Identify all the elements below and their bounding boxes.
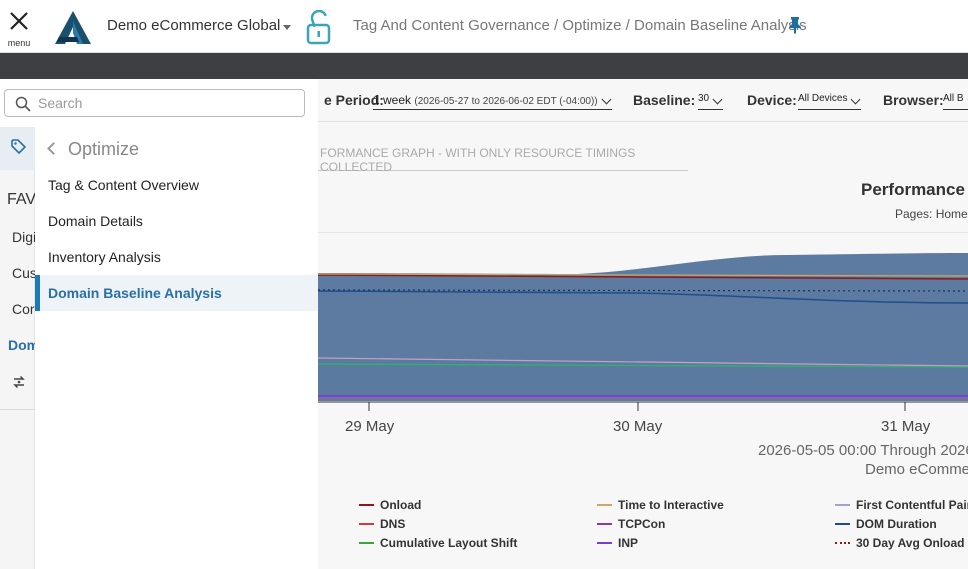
baseline-label: Baseline:	[633, 92, 696, 108]
x-tick-label: 31 May	[881, 418, 931, 435]
legend-item[interactable]: TCPCon	[597, 517, 665, 531]
back-to-optimize[interactable]: Optimize	[68, 139, 139, 160]
breadcrumb-item[interactable]: Tag And Content Governance	[353, 17, 550, 34]
device-select[interactable]: All Devices	[798, 93, 862, 110]
toolbar-strip	[0, 53, 968, 79]
close-icon	[10, 12, 28, 30]
pin-icon[interactable]	[787, 16, 803, 34]
nav-item-tag-content-overview[interactable]: Tag & Content Overview	[35, 167, 318, 203]
chevron-down-icon[interactable]	[283, 25, 291, 30]
chevron-left-icon[interactable]	[47, 142, 60, 155]
legend-item[interactable]: Onload	[359, 498, 421, 512]
nav-item-domain-baseline-analysis[interactable]: Domain Baseline Analysis	[35, 275, 318, 311]
period-select[interactable]: 1 week (2026-05-27 to 2026-06-02 EDT (-0…	[373, 93, 612, 110]
performance-chart	[318, 253, 968, 411]
menu-label: menu	[7, 38, 31, 48]
x-tick-label: 29 May	[345, 418, 395, 435]
rail-favorite-item[interactable]: Cus	[0, 265, 35, 281]
rail-favorite-item-active[interactable]: Dom	[0, 337, 35, 353]
breadcrumb-item-current: Domain Baseline Analysis	[634, 17, 807, 34]
search-panel	[0, 79, 318, 127]
breadcrumb: Tag And Content Governance / Optimize / …	[353, 17, 807, 34]
org-text: Demo eComme	[865, 461, 968, 478]
rail-tag-item[interactable]	[0, 126, 35, 170]
device-label: Device:	[747, 92, 797, 108]
breadcrumb-item[interactable]: Optimize	[562, 17, 621, 34]
chart-tab[interactable]: FORMANCE GRAPH - WITH ONLY RESOURCE TIMI…	[318, 143, 688, 174]
filter-bar: e Period: 1 week (2026-05-27 to 2026-06-…	[318, 90, 968, 112]
chart-subtitle: Pages: Homel	[895, 207, 968, 221]
nav-item-inventory-analysis[interactable]: Inventory Analysis	[35, 239, 318, 275]
browser-select[interactable]: All B	[943, 93, 968, 110]
menu-button[interactable]: menu	[0, 0, 38, 53]
nav-drawer: Optimize Tag & Content Overview Domain D…	[35, 127, 318, 569]
left-rail: FAV Digi Cus Cor Dom	[0, 79, 35, 569]
x-tick-label: 30 May	[613, 418, 663, 435]
divider	[318, 121, 968, 122]
divider	[0, 409, 35, 410]
rail-favorite-item[interactable]: Cor	[0, 301, 35, 317]
legend-item[interactable]: DOM Duration	[835, 517, 937, 531]
top-header: menu Demo eCommerce Global Tag And Conte…	[0, 0, 968, 53]
legend-item[interactable]: Time to Interactive	[597, 498, 724, 512]
legend-item[interactable]: 30 Day Avg Onload	[835, 536, 964, 550]
unlock-icon[interactable]	[306, 10, 332, 45]
rail-favorite-item[interactable]: Digi	[0, 229, 35, 245]
legend-item[interactable]: Cumulative Layout Shift	[359, 536, 517, 550]
tag-icon	[11, 139, 27, 155]
search-icon	[15, 96, 31, 112]
search-input[interactable]	[38, 94, 293, 112]
date-range-text: 2026-05-05 00:00 Through 2026	[758, 442, 968, 459]
favorites-heading: FAV	[7, 191, 35, 208]
search-box	[4, 89, 305, 117]
baseline-select[interactable]: 30	[698, 93, 724, 110]
nav-item-domain-details[interactable]: Domain Details	[35, 203, 318, 239]
browser-label: Browser:	[883, 92, 944, 108]
chart-title: Performance	[861, 180, 965, 199]
legend-item[interactable]: INP	[597, 536, 638, 550]
swap-icon[interactable]	[11, 374, 27, 390]
legend-item[interactable]: First Contentful Pain	[835, 498, 968, 512]
legend-item[interactable]: DNS	[359, 517, 405, 531]
brand-logo[interactable]	[55, 11, 91, 44]
org-selector[interactable]: Demo eCommerce Global	[107, 17, 280, 34]
